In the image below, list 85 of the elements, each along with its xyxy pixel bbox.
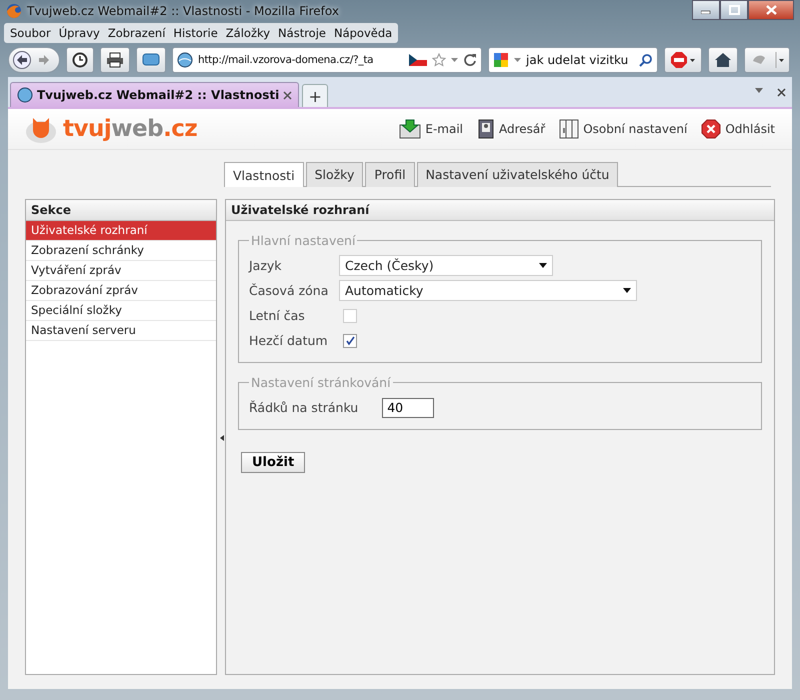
close-icon: [766, 5, 776, 15]
address-book-icon: [477, 119, 496, 139]
adblock-button[interactable]: [664, 47, 702, 73]
link-label: Odhlásit: [725, 122, 775, 136]
field-label: Časová zóna: [249, 283, 330, 298]
maximize-button[interactable]: [720, 0, 748, 20]
field-label: Jazyk: [249, 258, 283, 273]
tab-list-icon[interactable]: [755, 88, 763, 92]
back-forward-button[interactable]: [8, 47, 60, 73]
tab-title: Tvujweb.cz Webmail#2 :: Vlastnosti: [37, 88, 280, 102]
panel-title: Uživatelské rozhraní: [226, 200, 774, 221]
addon-icon: [750, 52, 784, 68]
dropdown[interactable]: Czech (Česky): [339, 255, 553, 276]
menu-item[interactable]: Nápověda: [330, 25, 396, 41]
save-button[interactable]: Uložit: [241, 452, 306, 473]
settings-tab[interactable]: Složky: [306, 162, 364, 187]
input-field[interactable]: 40: [382, 398, 434, 418]
checkbox[interactable]: [343, 334, 357, 348]
close-icon: [701, 119, 722, 139]
toolbar-button[interactable]: [136, 47, 166, 73]
dropdown-arrow-icon: [451, 58, 458, 62]
close-button[interactable]: [748, 0, 794, 20]
field-label: Letní čas: [249, 308, 306, 323]
address-bar[interactable]: http://mail.vzorova-domena.cz/?_ta: [172, 47, 482, 73]
nav-link[interactable]: Osobní nastavení: [559, 119, 688, 139]
dropdown-arrow-icon: [623, 288, 631, 293]
menu-item[interactable]: Historie: [169, 25, 222, 41]
mail-icon: [399, 119, 422, 139]
search-icon: [639, 53, 653, 67]
flag-icon: [409, 54, 427, 66]
nav-link[interactable]: Odhlásit: [701, 119, 775, 139]
maximize-icon: [728, 5, 740, 15]
globe-icon: [177, 52, 193, 68]
sidebar-item[interactable]: Uživatelské rozhraní: [26, 221, 216, 241]
field-label: Hezčí datum: [249, 333, 329, 348]
home-button[interactable]: [708, 47, 738, 73]
dropdown-arrow-icon: [539, 263, 547, 268]
sidebar-item[interactable]: Zobrazování zpráv: [26, 281, 216, 301]
globe-icon: [17, 87, 33, 103]
panel-icon: [559, 119, 580, 139]
new-tab-button[interactable]: +: [302, 84, 328, 107]
close-icon[interactable]: [283, 90, 292, 100]
browser-tab[interactable]: Tvujweb.cz Webmail#2 :: Vlastnosti: [10, 82, 300, 107]
clock-icon: [72, 52, 88, 68]
sidebar-item[interactable]: Zobrazení schránky: [26, 241, 216, 261]
search-text: jak udelat vizitku: [526, 53, 630, 67]
reload-icon: [463, 53, 477, 67]
link-label: Adresář: [499, 122, 546, 136]
menu-item[interactable]: Záložky: [222, 25, 274, 41]
browser-logo-icon: [6, 3, 22, 19]
url-text: http://mail.vzorova-domena.cz/?_ta: [198, 54, 374, 66]
menu-item[interactable]: Úpravy: [54, 25, 104, 41]
sidebar-item[interactable]: Vytváření zpráv: [26, 261, 216, 281]
window-title: Tvujweb.cz Webmail#2 :: Vlastnosti - Mozilla Firefox: [27, 4, 339, 18]
menu-item[interactable]: Nástroje: [274, 25, 330, 41]
menu-item[interactable]: Zobrazení: [104, 25, 170, 41]
collapse-arrow-icon[interactable]: [220, 435, 224, 441]
nav-link[interactable]: E-mail: [399, 119, 464, 139]
addon-button[interactable]: [744, 47, 790, 73]
menu-item[interactable]: Soubor: [6, 25, 55, 41]
stop-sign-icon: [670, 51, 696, 69]
dropdown-arrow-icon: [514, 58, 521, 62]
link-label: E-mail: [425, 122, 464, 136]
link-label: Osobní nastavení: [583, 122, 688, 136]
group-title: Hlavní nastavení: [250, 233, 357, 248]
google-icon: [493, 52, 509, 68]
star-icon: [432, 53, 446, 67]
settings-tab[interactable]: Vlastnosti: [224, 162, 304, 187]
close-icon[interactable]: [777, 88, 786, 96]
settings-tab[interactable]: Profil: [365, 162, 415, 187]
home-icon: [714, 52, 732, 68]
logo-text: tvujweb.cz: [63, 116, 198, 142]
settings-tab[interactable]: Nastavení uživatelského účtu: [416, 162, 618, 187]
dropdown[interactable]: Automaticky: [339, 280, 637, 301]
nav-link[interactable]: Adresář: [477, 119, 546, 139]
sidebar-item[interactable]: Nastavení serveru: [26, 321, 216, 341]
search-field[interactable]: jak udelat vizitku: [488, 47, 658, 73]
group-title: Nastavení stránkování: [250, 375, 392, 390]
sidebar-item[interactable]: Speciální složky: [26, 301, 216, 321]
print-button[interactable]: [100, 47, 130, 73]
field-label: Řádků na stránku: [249, 400, 358, 415]
minimize-button[interactable]: [692, 0, 720, 20]
sidebar-title: Sekce: [26, 200, 216, 221]
printer-icon: [106, 52, 124, 68]
history-button[interactable]: [66, 47, 94, 73]
